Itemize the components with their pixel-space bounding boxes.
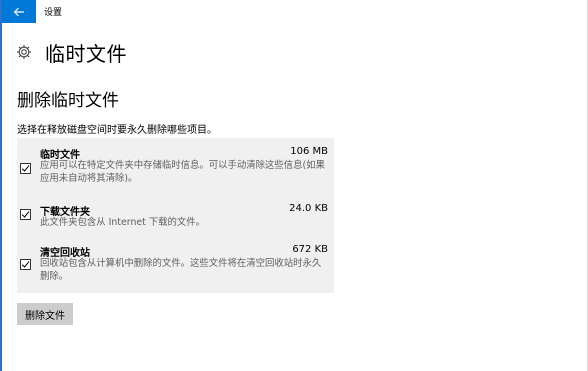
item-size: 24.0 KB (289, 203, 328, 214)
window-left-border (0, 0, 2, 371)
page-header: 临时文件 (16, 38, 127, 66)
recycle-bin-checkbox[interactable] (20, 259, 31, 270)
item-description: 此文件夹包含从 Internet 下载的文件。 (40, 217, 206, 228)
back-button[interactable] (2, 0, 36, 23)
downloads-checkbox[interactable] (20, 209, 31, 220)
checkmark-icon (21, 211, 30, 218)
delete-files-button[interactable]: 删除文件 (17, 303, 73, 325)
arrow-left-icon (13, 7, 24, 16)
item-size: 106 MB (290, 146, 328, 157)
checkmark-icon (21, 165, 30, 172)
checkmark-icon (21, 261, 30, 268)
section-title: 删除临时文件 (17, 91, 119, 111)
title-bar: 设置 (2, 0, 587, 23)
file-category-list: 临时文件 106 MB 应用可以在特定文件夹中存储临时信息。可以手动清除这些信息… (17, 138, 334, 293)
item-size: 672 KB (292, 244, 328, 255)
temp-files-checkbox[interactable] (20, 163, 31, 174)
item-description: 回收站包含从计算机中删除的文件。这些文件将在清空回收站时永久删除。 (40, 258, 322, 282)
page-title: 临时文件 (45, 41, 127, 66)
gear-icon (17, 45, 31, 59)
section-description: 选择在释放磁盘空间时要永久删除哪些项目。 (17, 125, 217, 136)
item-description: 应用可以在特定文件夹中存储临时信息。可以手动清除这些信息(如果应用未自动将其清除… (40, 160, 325, 184)
window-title: 设置 (44, 8, 63, 18)
